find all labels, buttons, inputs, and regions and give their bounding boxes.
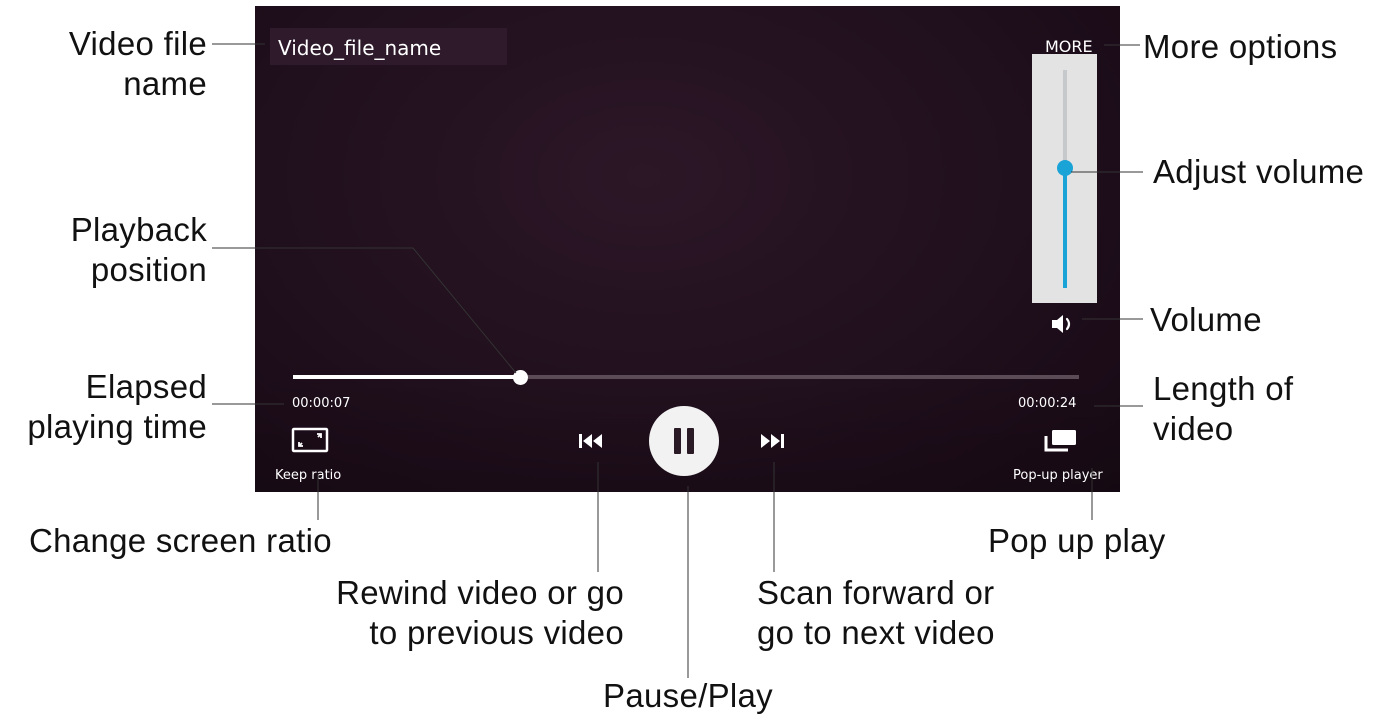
leader-playback-position [212,247,517,374]
callout-pop-up-play: Pop up play [988,522,1166,559]
callout-volume: Volume [1150,301,1262,338]
callout-change-screen-ratio: Change screen ratio [29,522,332,559]
callout-leader-lines [212,43,1143,678]
callout-more-options: More options [1143,28,1338,65]
callout-playback-position: Playback position [70,211,207,288]
callout-rewind: Rewind video or go to previous video [336,574,624,651]
callout-length-of-video: Length of video [1153,370,1294,447]
callout-elapsed-playing-time: Elapsed playing time [27,368,207,445]
callout-scan-forward: Scan forward or go to next video [757,574,995,651]
callout-pause-play: Pause/Play [603,677,773,714]
callout-video-file-name: Video file name [68,25,207,102]
callout-adjust-volume: Adjust volume [1153,153,1365,190]
